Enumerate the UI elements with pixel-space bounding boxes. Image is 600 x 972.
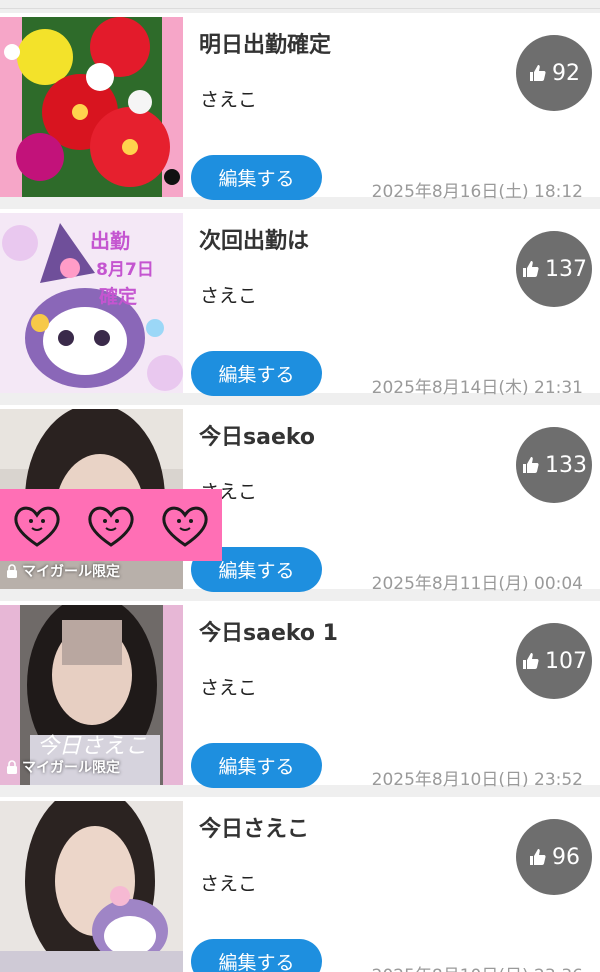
- image-text: 確定: [99, 285, 137, 308]
- thumbs-up-icon: [523, 457, 539, 473]
- lock-icon: [7, 760, 17, 774]
- heart-face-icon: [14, 506, 60, 547]
- post-thumbnail[interactable]: 出勤 8月7日 確定: [0, 213, 183, 393]
- post-card[interactable]: 出勤 8月7日 確定 次回出勤は さえこ 編集する 2025年8月14日(木) …: [0, 209, 600, 398]
- post-author: さえこ: [200, 285, 258, 307]
- post-date: 2025年8月14日(木) 21:31: [371, 378, 583, 398]
- post-author: さえこ: [200, 677, 258, 699]
- edit-button[interactable]: 編集する: [191, 155, 322, 200]
- lock-label-text: マイガール限定: [22, 564, 120, 580]
- post-title[interactable]: 今日さえこ: [199, 811, 309, 843]
- like-badge[interactable]: 107: [516, 623, 592, 699]
- like-count: 137: [545, 256, 587, 282]
- post-thumbnail[interactable]: 今日さえこ マイガール限定: [0, 605, 183, 785]
- post-card[interactable]: 今日さえこ さえこ 編集する 2025年8月10日(日) 23:36 96: [0, 797, 600, 972]
- like-badge[interactable]: 92: [516, 35, 592, 111]
- thumbs-up-icon: [523, 653, 539, 669]
- post-date: 2025年8月16日(土) 18:12: [371, 182, 583, 202]
- image-text: 出勤: [90, 229, 130, 253]
- post-thumbnail[interactable]: [0, 801, 183, 972]
- post-title[interactable]: 明日出勤確定: [199, 27, 331, 59]
- post-date: 2025年8月10日(日) 23:36: [372, 961, 583, 972]
- post-thumbnail[interactable]: [0, 17, 183, 197]
- heart-face-sticker: [0, 489, 222, 561]
- like-badge[interactable]: 96: [516, 819, 592, 895]
- thumbs-up-icon: [530, 65, 546, 81]
- post-title[interactable]: 次回出勤は: [199, 223, 309, 255]
- like-count: 92: [552, 60, 580, 86]
- heart-face-icon: [162, 506, 208, 547]
- lock-icon: [7, 564, 17, 578]
- post-author: さえこ: [200, 89, 258, 111]
- edit-button[interactable]: 編集する: [191, 351, 322, 396]
- members-only-label: マイガール限定: [6, 757, 120, 777]
- post-list: 明日出勤確定 さえこ 編集する 2025年8月16日(土) 18:12 92 出…: [0, 8, 600, 972]
- edit-button[interactable]: 編集する: [191, 939, 322, 972]
- post-title[interactable]: 今日saeko: [199, 419, 315, 451]
- like-badge[interactable]: 133: [516, 427, 592, 503]
- post-card[interactable]: 明日出勤確定 さえこ 編集する 2025年8月16日(土) 18:12 92: [0, 13, 600, 202]
- edit-button[interactable]: 編集する: [191, 743, 322, 788]
- post-date: 2025年8月11日(月) 00:04: [371, 574, 583, 594]
- like-count: 107: [545, 648, 587, 674]
- heart-face-icon: [88, 506, 134, 547]
- post-title[interactable]: 今日saeko 1: [199, 615, 338, 647]
- post-author: さえこ: [200, 873, 258, 895]
- post-date: 2025年8月10日(日) 23:52: [371, 770, 583, 790]
- post-card[interactable]: 今日さえこ マイガール限定 今日saeko 1 さえこ 編集する 2025年8月…: [0, 601, 600, 790]
- image-text: 今日さえこ: [37, 734, 147, 759]
- like-count: 96: [552, 844, 580, 870]
- like-count: 133: [545, 452, 587, 478]
- members-only-label: マイガール限定: [6, 561, 120, 581]
- thumbs-up-icon: [530, 849, 546, 865]
- thumbs-up-icon: [523, 261, 539, 277]
- like-badge[interactable]: 137: [516, 231, 592, 307]
- image-text: 8月7日: [96, 260, 154, 280]
- lock-label-text: マイガール限定: [22, 760, 120, 776]
